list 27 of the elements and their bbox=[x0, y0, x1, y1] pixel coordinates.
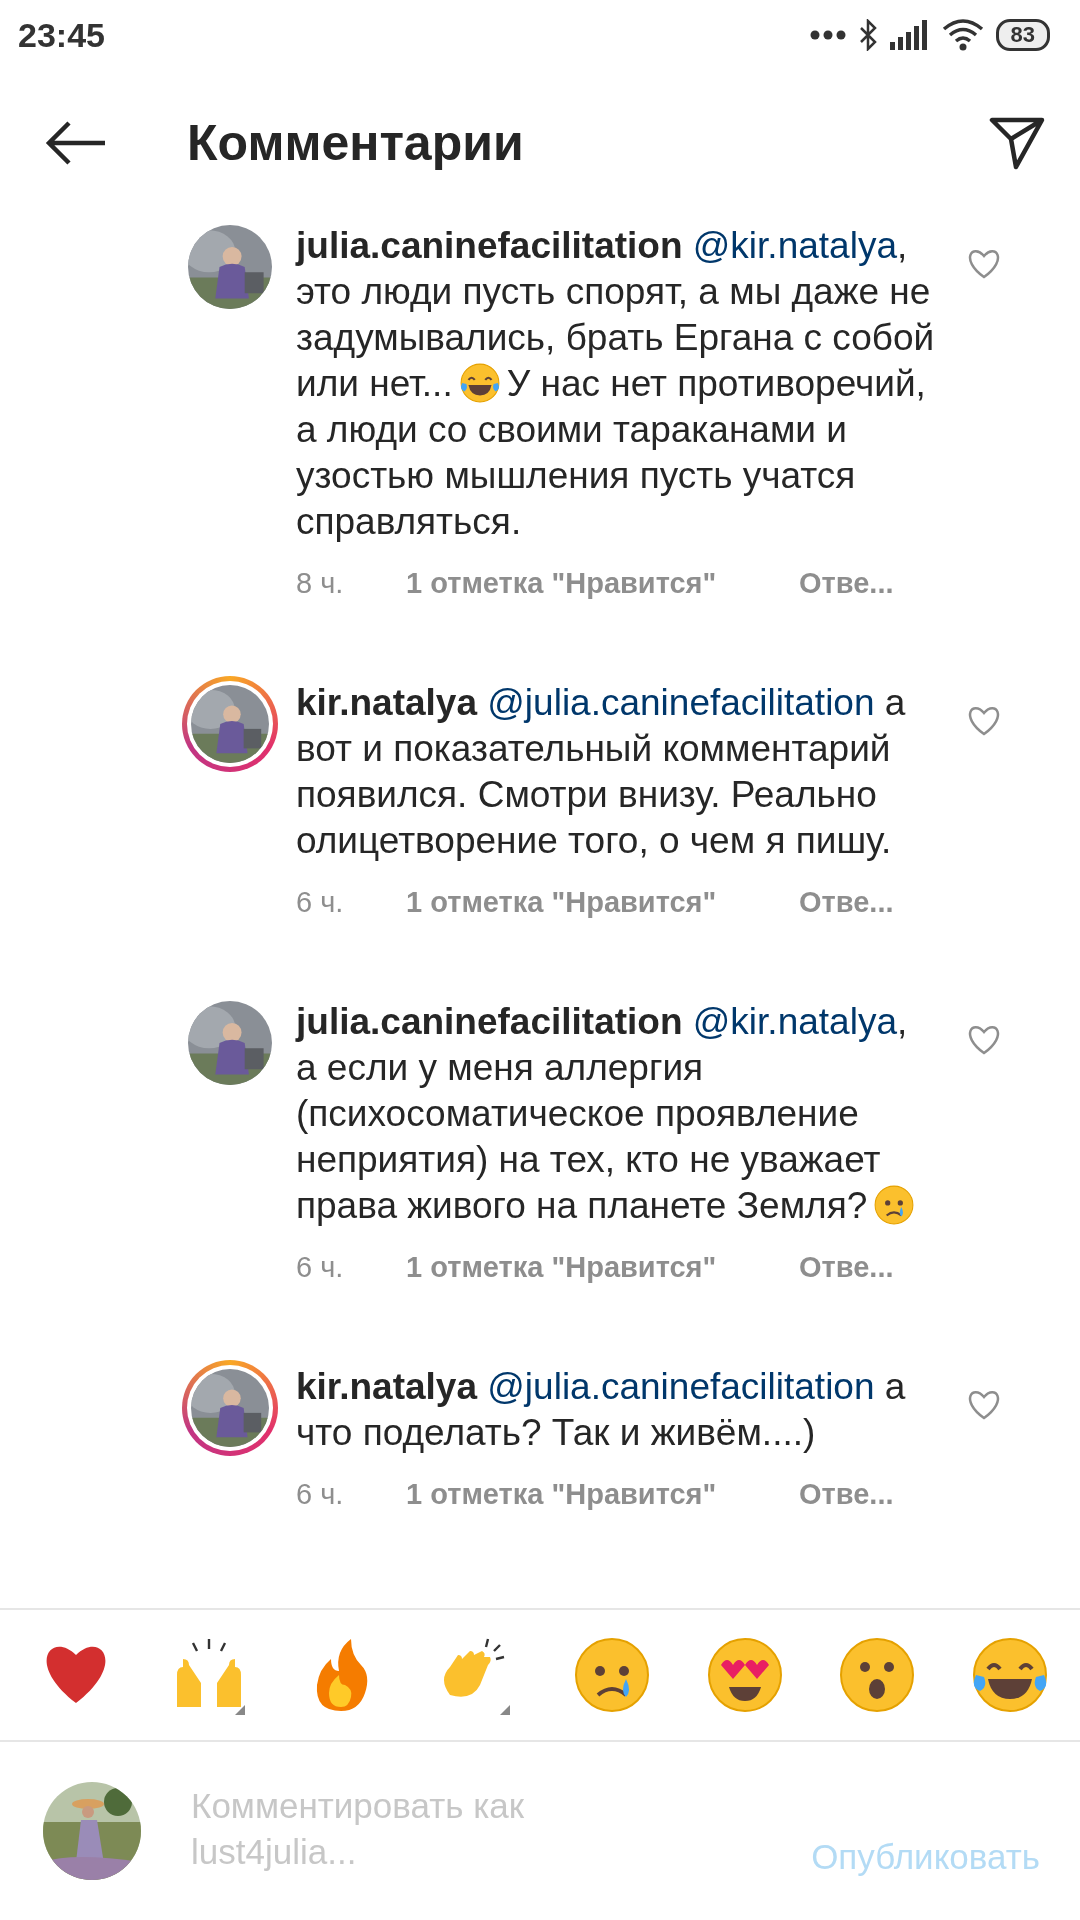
mention-link[interactable]: @kir.natalya bbox=[692, 225, 897, 266]
comment-username[interactable]: julia.caninefacilitation bbox=[296, 1001, 683, 1042]
mention-link[interactable]: @kir.natalya bbox=[692, 1001, 897, 1042]
reply-link[interactable]: Отве... bbox=[799, 1478, 894, 1511]
comment-username[interactable]: kir.natalya bbox=[296, 1366, 477, 1407]
comment-time: 6 ч. bbox=[296, 1251, 345, 1284]
likes-link[interactable]: 1 отметка "Нравится" bbox=[406, 1251, 799, 1284]
comment-text: kir.natalya @julia.caninefacilitation а что поделать? Так и живём....) bbox=[296, 1365, 907, 1455]
mention-link[interactable]: @julia.caninefacilitation bbox=[487, 682, 875, 723]
comment-text: julia.caninefacilitation @kir.natalya, это люди пусть спорят, а мы даже не задумывались, брать Ергана с собой или нет... У нас нет противоречий, а люди со своими тараканами и узостью мышления пусть учатся справляться. bbox=[296, 224, 936, 544]
status-time: 23:45 bbox=[18, 15, 105, 55]
comment-text: kir.natalya @julia.caninefacilitation а вот и показательный комментарий появился. Смотри внизу. Реально олицетворение того, о чем я пишу. bbox=[296, 681, 907, 863]
comment-time: 8 ч. bbox=[296, 567, 345, 600]
comment-time: 6 ч. bbox=[296, 1478, 345, 1511]
reply-link[interactable]: Отве... bbox=[799, 567, 894, 600]
comment-text: julia.caninefacilitation @kir.natalya, а если у меня аллергия (психосоматическое проявление неприятия) на тех, кто не уважает права живого на планете Земля? bbox=[296, 999, 936, 1229]
comment-username[interactable]: kir.natalya bbox=[296, 682, 477, 723]
screen-title: Комментарии bbox=[187, 113, 525, 172]
reply-link[interactable]: Отве... bbox=[799, 1251, 894, 1284]
comment-time: 6 ч. bbox=[296, 886, 345, 919]
comment-username[interactable]: julia.caninefacilitation bbox=[296, 225, 683, 266]
likes-link[interactable]: 1 отметка "Нравится" bbox=[406, 567, 799, 600]
reply-link[interactable]: Отве... bbox=[799, 886, 894, 919]
likes-link[interactable]: 1 отметка "Нравится" bbox=[406, 1478, 799, 1511]
likes-link[interactable]: 1 отметка "Нравится" bbox=[406, 886, 799, 919]
mention-link[interactable]: @julia.caninefacilitation bbox=[487, 1366, 875, 1407]
battery-level: 83 bbox=[995, 19, 1050, 51]
